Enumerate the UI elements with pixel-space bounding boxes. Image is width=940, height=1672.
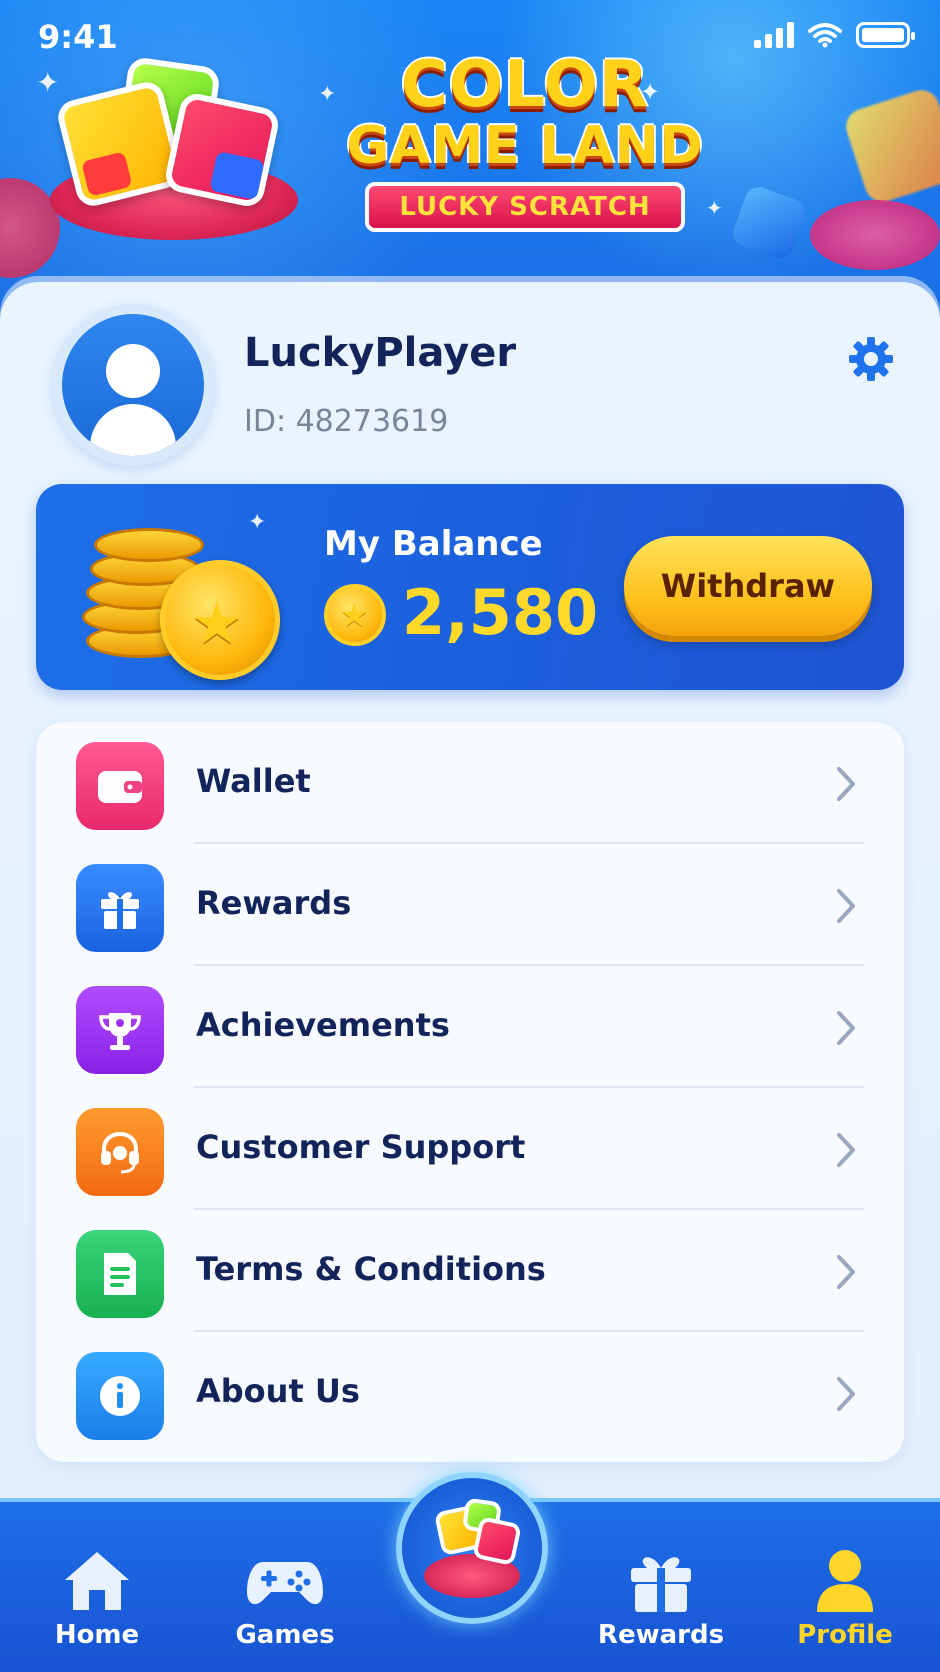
gift-icon xyxy=(76,864,164,952)
chevron-right-icon xyxy=(837,767,855,801)
gear-icon[interactable] xyxy=(846,334,896,384)
menu-item-wallet[interactable]: Wallet xyxy=(36,722,904,844)
person-icon xyxy=(817,1550,873,1612)
wallet-icon xyxy=(76,742,164,830)
nav-label: Profile xyxy=(797,1620,893,1650)
menu-item-label: Rewards xyxy=(196,884,352,922)
menu-item-customer-support[interactable]: Customer Support xyxy=(36,1088,904,1210)
nav-label: Rewards xyxy=(597,1620,725,1650)
header-banner: ✦ ✦ ✦ ✦ COLOR GAME LAND LUCKY SCRATCH 9:… xyxy=(0,0,940,300)
menu-item-label: Achievements xyxy=(196,1006,450,1044)
chevron-right-icon xyxy=(837,1255,855,1289)
menu-list: Wallet Rewards Achievements Customer Sup… xyxy=(36,722,904,1462)
game-logo: COLOR GAME LAND LUCKY SCRATCH xyxy=(330,52,720,252)
headset-icon xyxy=(76,1108,164,1196)
nav-rewards[interactable]: Rewards xyxy=(596,1546,726,1666)
gift-icon xyxy=(631,1557,691,1612)
menu-item-label: Terms & Conditions xyxy=(196,1250,546,1288)
gamepad-icon xyxy=(247,1562,323,1605)
nav-label: Home xyxy=(54,1620,140,1650)
cube-red xyxy=(472,1516,522,1566)
balance-card: ★ ✦ My Balance ★ 2,580 Withdraw xyxy=(36,484,904,690)
decoration-cube xyxy=(841,85,940,207)
nav-profile[interactable]: Profile xyxy=(780,1546,910,1666)
decoration-gem xyxy=(729,183,809,263)
balance-value: 2,580 xyxy=(402,576,599,649)
info-icon xyxy=(76,1352,164,1440)
chevron-right-icon xyxy=(837,1133,855,1167)
coin-icon: ★ xyxy=(324,584,386,646)
menu-item-label: Wallet xyxy=(196,762,311,800)
chevron-right-icon xyxy=(837,1011,855,1045)
battery-icon xyxy=(856,22,915,48)
sparkle-icon: ✦ xyxy=(248,510,267,535)
avatar[interactable] xyxy=(52,304,214,466)
balance-label: My Balance xyxy=(324,524,543,564)
logo-ribbon: LUCKY SCRATCH xyxy=(365,182,685,232)
home-icon xyxy=(65,1552,129,1610)
wifi-icon xyxy=(808,23,842,48)
decoration-blob xyxy=(810,200,940,270)
menu-item-rewards[interactable]: Rewards xyxy=(36,844,904,966)
withdraw-button[interactable]: Withdraw xyxy=(624,536,872,636)
menu-item-about-us[interactable]: About Us xyxy=(36,1332,904,1454)
menu-item-achievements[interactable]: Achievements xyxy=(36,966,904,1088)
chevron-right-icon xyxy=(837,1377,855,1411)
status-time: 9:41 xyxy=(38,18,118,56)
menu-item-label: About Us xyxy=(196,1372,360,1410)
cube-red xyxy=(162,90,282,210)
user-id: ID: 48273619 xyxy=(244,404,449,439)
profile-screen: ✦ ✦ ✦ ✦ COLOR GAME LAND LUCKY SCRATCH 9:… xyxy=(0,0,940,1672)
nav-home[interactable]: Home xyxy=(32,1546,162,1666)
status-bar: 9:41 xyxy=(0,0,940,72)
avatar-person-icon xyxy=(62,314,204,456)
signal-icon xyxy=(754,22,794,48)
nav-games[interactable]: Games xyxy=(220,1546,350,1666)
chevron-right-icon xyxy=(837,889,855,923)
status-icons xyxy=(754,22,915,48)
menu-item-label: Customer Support xyxy=(196,1128,526,1166)
trophy-icon xyxy=(76,986,164,1074)
play-center-button[interactable] xyxy=(396,1472,548,1624)
document-icon xyxy=(76,1230,164,1318)
nav-label: Games xyxy=(235,1620,335,1650)
username: LuckyPlayer xyxy=(244,330,517,376)
logo-title-line2: GAME LAND xyxy=(346,116,704,176)
menu-item-terms[interactable]: Terms & Conditions xyxy=(36,1210,904,1332)
